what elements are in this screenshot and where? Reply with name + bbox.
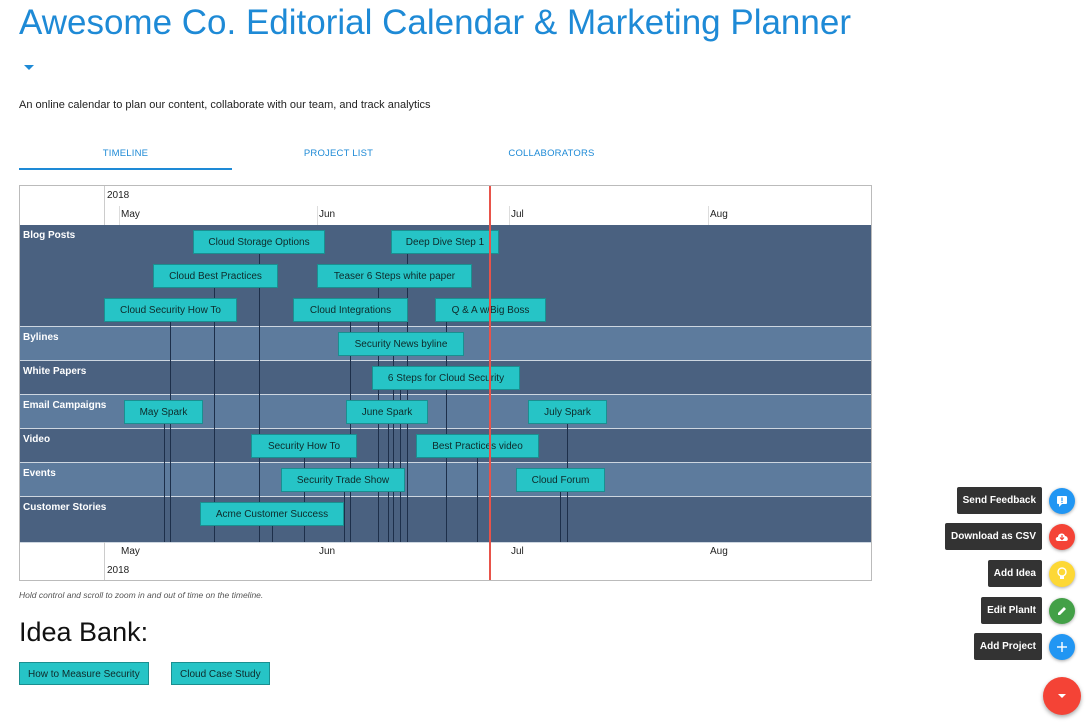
timeline-item[interactable]: Cloud Integrations <box>293 298 408 322</box>
current-time-marker <box>489 186 491 580</box>
page-subtitle: An online calendar to plan our content, … <box>19 99 431 111</box>
axis-month-aug-top: Aug <box>710 209 728 220</box>
feedback-icon[interactable] <box>1049 488 1075 514</box>
group-label: Blog Posts <box>23 230 76 241</box>
timeline-item[interactable]: Acme Customer Success <box>200 502 344 526</box>
axis-month-jul-bottom: Jul <box>511 546 524 557</box>
title-dropdown-caret-icon[interactable] <box>24 65 34 70</box>
chevron-down-icon <box>1058 694 1066 698</box>
item-connector <box>164 424 165 542</box>
lightbulb-icon[interactable] <box>1049 561 1075 587</box>
timeline-item[interactable]: Cloud Forum <box>516 468 605 492</box>
add-project-label[interactable]: Add Project <box>973 633 1042 660</box>
group-label: Events <box>23 468 56 479</box>
axis-month-jul-top: Jul <box>511 209 524 220</box>
group-label: Customer Stories <box>23 502 107 513</box>
axis-year-top: 2018 <box>107 190 130 201</box>
tab-collaborators[interactable]: COLLABORATORS <box>445 148 658 159</box>
page-title: Awesome Co. Editorial Calendar & Marketi… <box>19 3 851 42</box>
group-label: Bylines <box>23 332 59 343</box>
group-label: White Papers <box>23 366 87 377</box>
timeline-item[interactable]: Security How To <box>251 434 357 458</box>
month-tick <box>317 206 318 226</box>
timeline-item[interactable]: Cloud Storage Options <box>193 230 325 254</box>
month-tick <box>708 206 709 226</box>
item-connector <box>272 526 273 542</box>
timeline-item[interactable]: July Spark <box>528 400 607 424</box>
axis-month-may-top: May <box>121 209 140 220</box>
item-connector <box>170 322 171 542</box>
item-connector <box>344 492 345 542</box>
timeline-item[interactable]: Deep Dive Step 1 <box>391 230 499 254</box>
timeline-item[interactable]: Best Practices video <box>416 434 539 458</box>
plus-icon[interactable] <box>1049 634 1075 660</box>
axis-month-jun-bottom: Jun <box>319 546 336 557</box>
item-connector <box>560 492 561 542</box>
timeline-item[interactable]: June Spark <box>346 400 428 424</box>
month-tick <box>509 206 510 226</box>
timeline-item[interactable]: Cloud Best Practices <box>153 264 278 288</box>
tab-project-list[interactable]: PROJECT LIST <box>232 148 445 159</box>
cloud-download-icon[interactable] <box>1049 524 1075 550</box>
idea-chip[interactable]: How to Measure Security <box>19 662 149 685</box>
timeline[interactable]: 2018 May Jun Jul Aug Blog Posts Bylines … <box>19 185 872 581</box>
pencil-icon[interactable] <box>1049 598 1075 624</box>
add-idea-label[interactable]: Add Idea <box>987 560 1042 587</box>
axis-divider <box>104 542 105 580</box>
timeline-item[interactable]: May Spark <box>124 400 203 424</box>
item-connector <box>477 458 478 542</box>
month-tick <box>119 206 120 226</box>
zoom-hint: Hold control and scroll to zoom in and o… <box>19 590 264 600</box>
timeline-item[interactable]: Security Trade Show <box>281 468 405 492</box>
axis-divider <box>104 186 105 226</box>
group-label: Email Campaigns <box>23 400 107 411</box>
idea-bank-title: Idea Bank: <box>19 617 149 647</box>
axis-year-bottom: 2018 <box>107 565 130 576</box>
axis-month-jun-top: Jun <box>319 209 336 220</box>
item-connector <box>259 254 260 542</box>
axis-month-aug-bottom: Aug <box>710 546 728 557</box>
fab-menu-toggle-button[interactable] <box>1043 677 1081 715</box>
send-feedback-label[interactable]: Send Feedback <box>956 487 1042 514</box>
tab-active-indicator <box>19 168 232 170</box>
tab-timeline[interactable]: TIMELINE <box>19 148 232 159</box>
edit-planit-label[interactable]: Edit PlanIt <box>981 597 1042 624</box>
download-csv-label[interactable]: Download as CSV <box>944 523 1042 550</box>
idea-chip[interactable]: Cloud Case Study <box>171 662 270 685</box>
timeline-item[interactable]: Security News byline <box>338 332 464 356</box>
timeline-item[interactable]: Cloud Security How To <box>104 298 237 322</box>
axis-month-may-bottom: May <box>121 546 140 557</box>
group-label: Video <box>23 434 51 445</box>
timeline-item[interactable]: 6 Steps for Cloud Security <box>372 366 520 390</box>
timeline-item[interactable]: Teaser 6 Steps white paper <box>317 264 472 288</box>
